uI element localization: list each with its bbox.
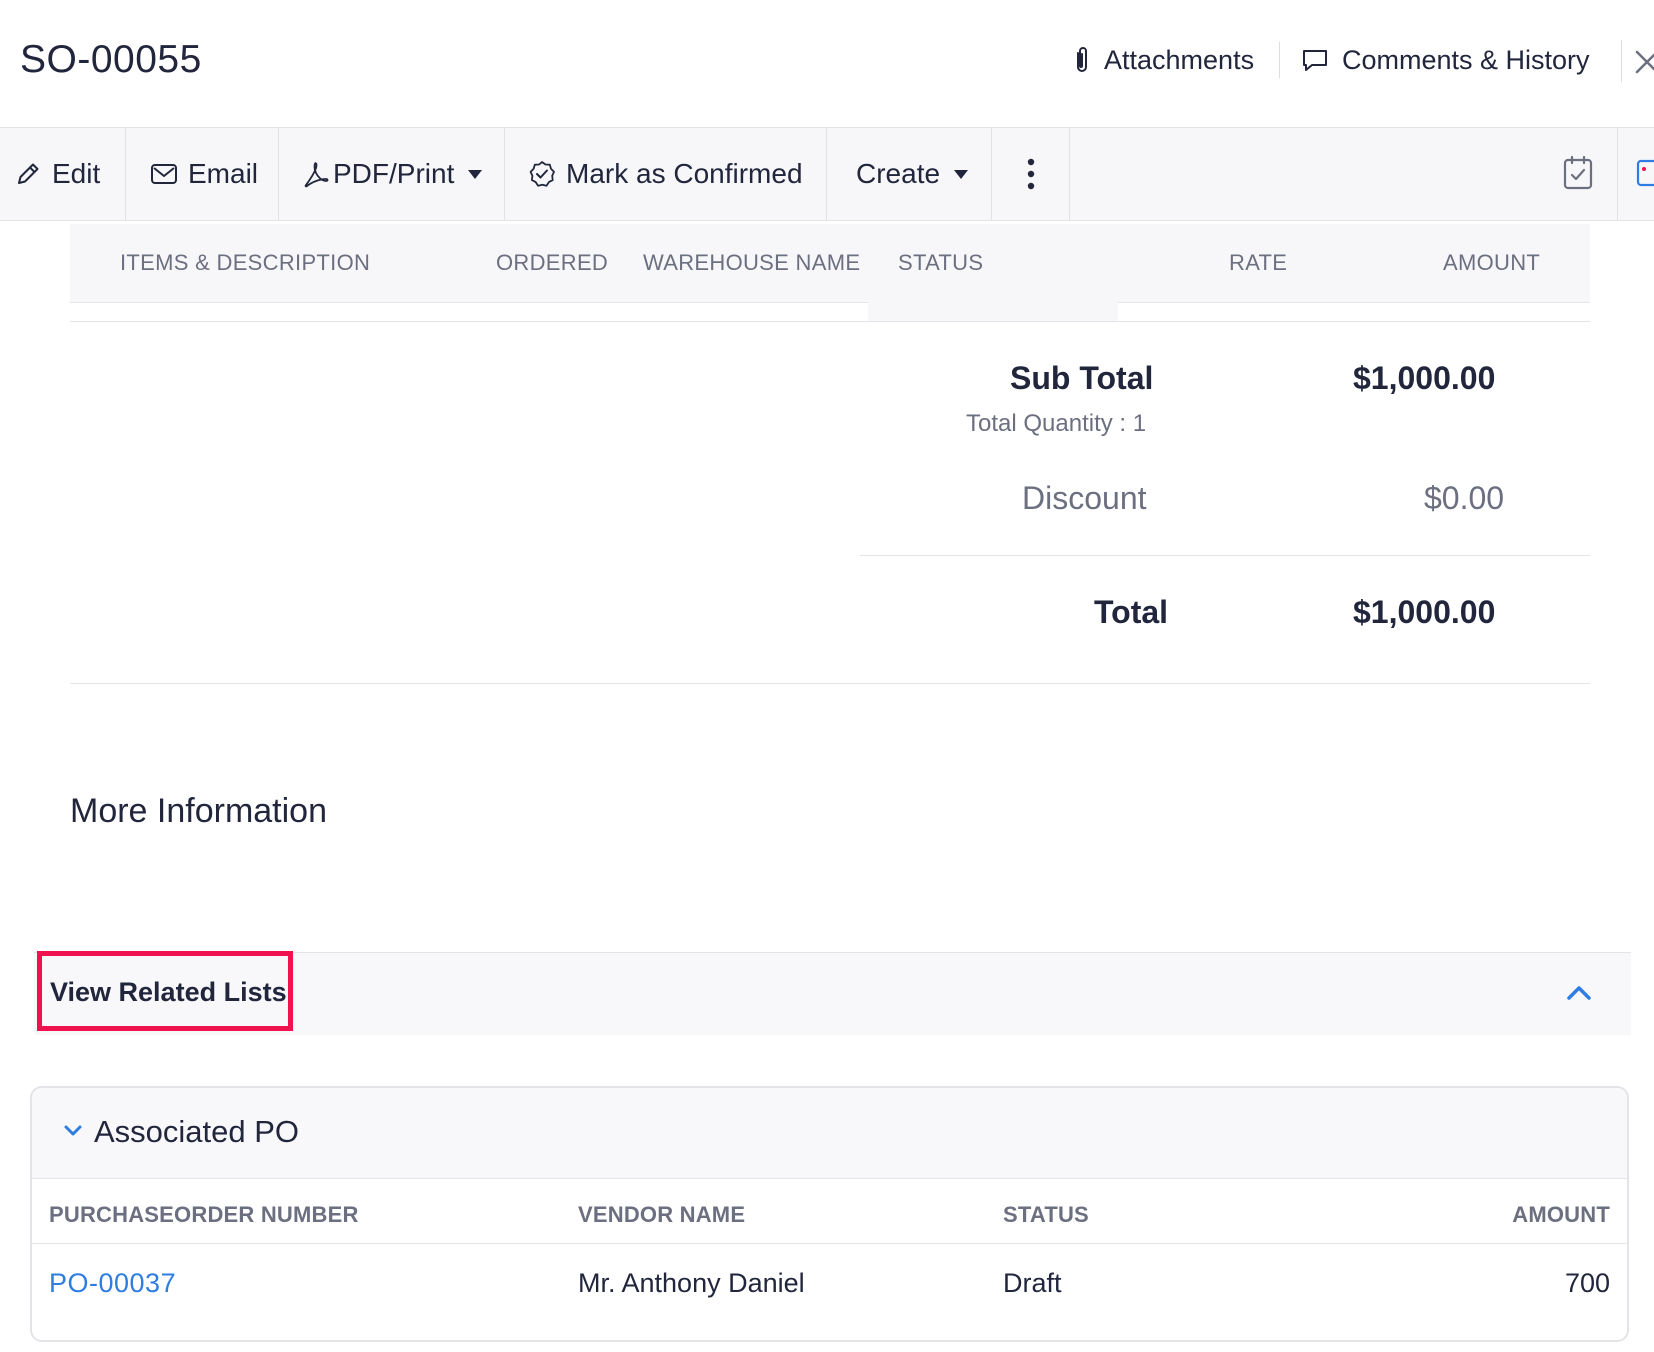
total-label: Total <box>1094 594 1169 630</box>
pencil-icon <box>18 163 39 184</box>
create-label: Create <box>856 158 941 189</box>
kebab-menu-icon <box>1027 158 1035 190</box>
toolbar-divider <box>1617 128 1618 220</box>
divider <box>70 321 1590 322</box>
status-column-shade <box>868 302 1118 321</box>
header-divider <box>1279 42 1280 78</box>
column-rate: RATE <box>1229 250 1288 275</box>
column-vendor-name: VENDOR NAME <box>578 1202 746 1227</box>
pdf-print-button[interactable]: PDF/Print <box>303 128 484 220</box>
envelope-icon <box>151 164 177 184</box>
chevron-up-icon[interactable] <box>1566 983 1592 1001</box>
column-status: STATUS <box>898 250 984 275</box>
toolbar-divider <box>504 128 505 220</box>
highlight-box <box>37 951 293 1031</box>
total-quantity: Total Quantity : 1 <box>966 410 1147 437</box>
pdf-icon <box>304 162 329 188</box>
associated-po-card: Associated PO PURCHASEORDER NUMBER VENDO… <box>30 1086 1629 1342</box>
discount-value: $0.00 <box>1424 480 1505 516</box>
subtotal-label: Sub Total <box>1010 360 1154 396</box>
status-value: Draft <box>1003 1268 1062 1298</box>
column-warehouse-name: WAREHOUSE NAME <box>643 250 861 275</box>
email-label: Email <box>188 158 259 189</box>
action-toolbar: Edit Email PDF/Print Mark as Confirmed C… <box>0 127 1654 221</box>
column-status: STATUS <box>1003 1202 1089 1227</box>
paperclip-icon <box>1077 47 1087 72</box>
discount-label: Discount <box>1022 480 1147 516</box>
create-button[interactable]: Create <box>856 128 970 220</box>
toolbar-divider <box>278 128 279 220</box>
chevron-down-icon[interactable] <box>63 1124 83 1138</box>
divider <box>70 683 1590 684</box>
total-value: $1,000.00 <box>1353 594 1496 630</box>
divider <box>860 555 1590 556</box>
toolbar-divider <box>125 128 126 220</box>
more-options-button[interactable] <box>1016 128 1046 220</box>
edit-label: Edit <box>52 158 101 189</box>
edit-button[interactable]: Edit <box>14 128 100 220</box>
app-icon[interactable] <box>1636 158 1654 190</box>
caret-down-icon <box>468 170 483 179</box>
comments-history-label: Comments & History <box>1342 44 1590 75</box>
column-amount: AMOUNT <box>1512 1202 1610 1227</box>
amount-value: 700 <box>1564 1268 1610 1298</box>
comments-history-button[interactable]: Comments & History <box>1300 40 1590 80</box>
divider <box>32 1243 1627 1244</box>
email-button[interactable]: Email <box>150 128 258 220</box>
column-purchaseorder-number: PURCHASEORDER NUMBER <box>49 1202 359 1227</box>
page-title: SO-00055 <box>20 38 202 81</box>
toolbar-divider <box>826 128 827 220</box>
column-ordered: ORDERED <box>496 250 609 275</box>
column-items-description: ITEMS & DESCRIPTION <box>120 250 371 275</box>
items-table-header: ITEMS & DESCRIPTION ORDERED WAREHOUSE NA… <box>70 224 1590 303</box>
pdf-print-label: PDF/Print <box>333 158 455 189</box>
toolbar-divider <box>1069 128 1070 220</box>
header-divider <box>1621 40 1622 82</box>
more-information-heading: More Information <box>70 792 327 830</box>
mark-as-confirmed-button[interactable]: Mark as Confirmed <box>528 128 803 220</box>
associated-po-header[interactable]: Associated PO <box>32 1088 1627 1179</box>
attachments-label: Attachments <box>1104 44 1255 75</box>
caret-down-icon <box>954 170 969 179</box>
column-amount: AMOUNT <box>1443 250 1541 275</box>
comment-icon <box>1303 50 1327 71</box>
po-number-link[interactable]: PO-00037 <box>49 1268 176 1299</box>
close-icon[interactable] <box>1634 47 1654 77</box>
vendor-name-value: Mr. Anthony Daniel <box>578 1268 805 1298</box>
badge-check-icon <box>529 161 555 187</box>
subtotal-value: $1,000.00 <box>1353 360 1496 396</box>
attachments-button[interactable]: Attachments <box>1072 40 1254 80</box>
detail-header: SO-00055 Attachments Comments & History <box>0 0 1654 127</box>
associated-po-title: Associated PO <box>94 1114 300 1149</box>
mark-as-confirmed-label: Mark as Confirmed <box>566 158 803 189</box>
toolbar-divider <box>991 128 992 220</box>
calendar-check-icon[interactable] <box>1562 155 1594 191</box>
